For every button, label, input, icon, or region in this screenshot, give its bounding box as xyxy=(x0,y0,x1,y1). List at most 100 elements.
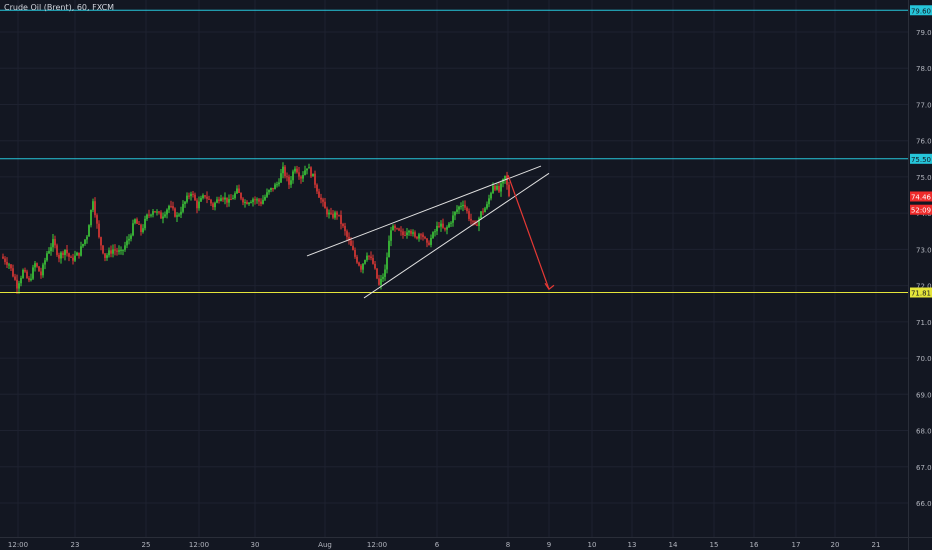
candle-body xyxy=(442,223,444,228)
candle-body xyxy=(222,198,224,200)
candle-body xyxy=(118,250,120,252)
candle-body xyxy=(24,270,26,272)
candle-body xyxy=(438,225,440,227)
candle-body xyxy=(214,202,216,208)
candle-body xyxy=(418,234,420,239)
x-tick-label: 6 xyxy=(435,541,440,549)
candle-body xyxy=(70,256,72,258)
candle-body xyxy=(120,249,122,251)
candle-body xyxy=(158,211,160,213)
candle-body xyxy=(76,252,78,256)
candle-body xyxy=(268,189,270,193)
candle-body xyxy=(356,256,358,263)
candle-body xyxy=(274,184,276,190)
candle-body xyxy=(386,257,388,270)
candle-body xyxy=(272,187,274,190)
candle-body xyxy=(500,183,502,192)
candle-body xyxy=(74,255,76,261)
candle-body xyxy=(440,223,442,227)
candle-body xyxy=(400,230,402,232)
y-tick-label: 79.00 xyxy=(916,29,932,37)
candle-body xyxy=(146,214,148,219)
candle-body xyxy=(122,249,124,251)
candle-body xyxy=(144,218,146,229)
candle-body xyxy=(200,198,202,202)
candle-body xyxy=(484,208,486,213)
candle-body xyxy=(434,231,436,233)
candle-body xyxy=(416,236,418,239)
candle-body xyxy=(318,191,320,198)
candle-body xyxy=(444,227,446,230)
candle-body xyxy=(248,202,250,205)
x-tick-label: 14 xyxy=(669,541,678,549)
candle-body xyxy=(302,174,304,179)
candle-body xyxy=(352,245,354,250)
candle-body xyxy=(32,267,34,279)
candle-body xyxy=(288,176,290,185)
candle-body xyxy=(112,249,114,254)
candle-body xyxy=(422,234,424,238)
candle-body xyxy=(114,249,116,251)
candle-body xyxy=(160,212,162,219)
y-tick-label: 78.00 xyxy=(916,65,932,73)
candle-body xyxy=(492,185,494,194)
candle-body xyxy=(106,255,108,258)
x-tick-label: Aug xyxy=(318,541,332,549)
candle-body xyxy=(176,215,178,217)
candle-body xyxy=(498,185,500,192)
candle-body xyxy=(494,185,496,190)
candle-body xyxy=(94,201,96,216)
candle-body xyxy=(34,263,36,268)
candle-body xyxy=(22,270,24,278)
candle-body xyxy=(376,268,378,279)
candle-body xyxy=(256,199,258,201)
candle-body xyxy=(188,195,190,197)
candle-body xyxy=(338,214,340,216)
candle-body xyxy=(382,276,384,279)
candle-body xyxy=(210,199,212,204)
candle-body xyxy=(182,204,184,212)
candle-body xyxy=(370,256,372,259)
candle-body xyxy=(56,245,58,255)
price-tag-label-1: 52:09 xyxy=(911,207,931,215)
candle-body xyxy=(482,211,484,213)
candle-body xyxy=(8,264,10,266)
candle-body xyxy=(344,225,346,232)
candle-body xyxy=(398,228,400,231)
candle-body xyxy=(390,230,392,241)
candle-body xyxy=(496,185,498,190)
candle-body xyxy=(180,211,182,215)
y-tick-label: 71.00 xyxy=(916,319,932,327)
candle-body xyxy=(166,209,168,215)
candle-body xyxy=(488,198,490,205)
candle-body xyxy=(82,243,84,247)
candle-body xyxy=(84,239,86,244)
candle-body xyxy=(196,200,198,209)
candle-body xyxy=(4,258,6,262)
candle-body xyxy=(68,253,70,257)
x-tick-label: 15 xyxy=(710,541,719,549)
y-tick-label: 75.00 xyxy=(916,174,932,182)
candle-body xyxy=(90,209,92,226)
candle-body xyxy=(52,239,54,248)
candle-body xyxy=(86,236,88,240)
candle-body xyxy=(294,168,296,172)
candle-body xyxy=(388,240,390,258)
candle-body xyxy=(102,245,104,254)
candle-body xyxy=(364,259,366,264)
candle-body xyxy=(220,198,222,202)
candle-body xyxy=(380,278,382,285)
candle-body xyxy=(194,194,196,201)
candle-body xyxy=(300,176,302,179)
candle-body xyxy=(296,168,298,173)
candle-body xyxy=(470,218,472,221)
candle-body xyxy=(486,204,488,209)
candle-body xyxy=(124,245,126,250)
candle-body xyxy=(420,234,422,236)
candle-body xyxy=(360,265,362,270)
candle-body xyxy=(136,219,138,224)
x-tick-label: 9 xyxy=(547,541,551,549)
candle-body xyxy=(48,251,50,254)
candle-body xyxy=(26,271,28,279)
candle-body xyxy=(178,214,180,216)
